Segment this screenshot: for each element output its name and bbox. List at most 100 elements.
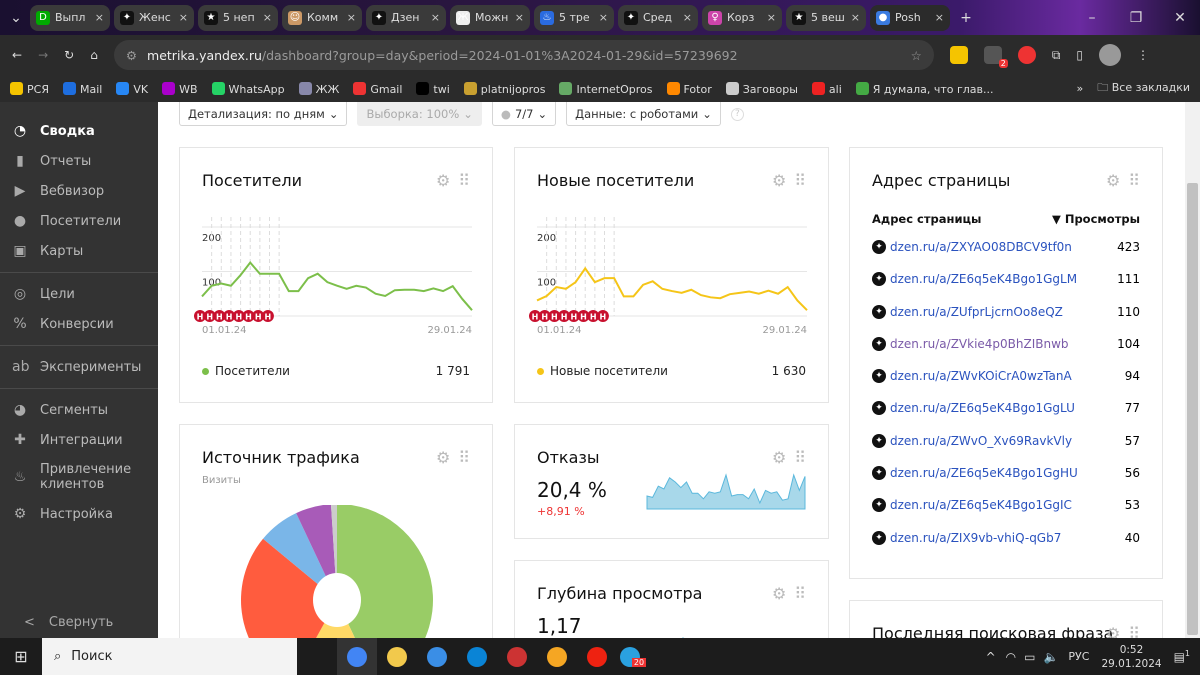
gear-icon[interactable]: ⚙ <box>772 171 786 190</box>
tab-close-icon[interactable]: × <box>767 11 776 24</box>
browser-tab[interactable]: ✦ Женс × <box>114 4 194 31</box>
taskbar-app[interactable] <box>537 638 577 675</box>
clock[interactable]: 0:52 29.01.2024 <box>1101 643 1161 671</box>
gear-icon[interactable]: ⚙ <box>1106 624 1120 638</box>
bookmark[interactable]: Fotor <box>666 81 712 96</box>
taskbar-app[interactable] <box>377 638 417 675</box>
extensions-puzzle-icon[interactable]: ⧉ <box>1052 48 1061 63</box>
sidebar-item[interactable]: ▮ Отчеты <box>0 146 158 176</box>
close-window-button[interactable]: ✕ <box>1160 10 1200 26</box>
bookmark[interactable]: twi <box>416 81 450 96</box>
language-indicator[interactable]: РУС <box>1068 650 1089 663</box>
gear-icon[interactable]: ⚙ <box>772 584 786 603</box>
browser-tab[interactable]: ✦ Сред × <box>618 4 698 31</box>
bookmark[interactable]: РСЯ <box>10 81 49 96</box>
all-bookmarks[interactable]: 🗀 Все закладки <box>1097 79 1190 98</box>
taskbar-app[interactable] <box>497 638 537 675</box>
holiday-marker[interactable]: Н <box>596 310 609 322</box>
sample-dropdown[interactable]: Выборка: 100% ⌄ <box>357 102 482 126</box>
drag-handle-icon[interactable]: ⠿ <box>458 448 470 467</box>
taskbar-app[interactable] <box>457 638 497 675</box>
wifi-icon[interactable]: ◠ <box>1006 650 1016 664</box>
bookmark[interactable]: Gmail <box>353 81 402 96</box>
bookmark[interactable]: Заговоры <box>725 81 798 96</box>
bookmark-star-icon[interactable]: ☆ <box>911 48 922 63</box>
drag-handle-icon[interactable]: ⠿ <box>1128 624 1140 638</box>
tab-close-icon[interactable]: × <box>851 11 860 24</box>
tab-close-icon[interactable]: × <box>683 11 692 24</box>
comments-dropdown[interactable]: ● 7/7 ⌄ <box>491 102 557 126</box>
browser-tab[interactable]: ♨ 5 тре × <box>534 4 614 31</box>
drag-handle-icon[interactable]: ⠿ <box>794 584 806 603</box>
taskbar-app[interactable]: 20 <box>617 638 657 675</box>
sidebar-item[interactable]: ● Посетители <box>0 206 158 236</box>
sidebar-item[interactable]: ♨ Привлечение клиентов <box>0 455 158 499</box>
tab-close-icon[interactable]: × <box>515 11 524 24</box>
tab-close-icon[interactable]: × <box>263 11 272 24</box>
sidebar-item[interactable]: ✚ Интеграции <box>0 425 158 455</box>
extension-icon[interactable]: 2 <box>983 46 1008 68</box>
forward-icon[interactable]: → <box>38 48 48 62</box>
browser-tab[interactable]: D Выпл × <box>30 4 110 31</box>
gear-icon[interactable]: ⚙ <box>1106 171 1120 190</box>
extension-icon[interactable] <box>949 46 968 64</box>
volume-icon[interactable]: 🔈 <box>1043 650 1058 664</box>
column-header-views[interactable]: ▼ Просмотры <box>1052 212 1140 226</box>
sidebar-item[interactable]: ◎ Цели <box>0 279 158 309</box>
page-link[interactable]: ✦ dzen.ru/a/ZWvO_Xv69RavkVly <box>872 433 1072 448</box>
tab-close-icon[interactable]: × <box>431 11 440 24</box>
sidebar-item[interactable]: ⚙ Настройка <box>0 499 158 529</box>
drag-handle-icon[interactable]: ⠿ <box>794 448 806 467</box>
drag-handle-icon[interactable]: ⠿ <box>1128 171 1140 190</box>
gear-icon[interactable]: ⚙ <box>436 171 450 190</box>
legend-item[interactable]: Новые посетители <box>537 364 668 378</box>
bookmark[interactable]: Mail <box>62 81 102 96</box>
windows-start-icon[interactable]: ⊞ <box>0 647 42 666</box>
browser-tab[interactable]: ★ 5 веш × <box>786 4 866 31</box>
notifications-icon[interactable]: ▤1 <box>1174 649 1190 664</box>
back-icon[interactable]: ← <box>12 48 22 62</box>
browser-tab[interactable]: ✦ Дзен × <box>366 4 446 31</box>
profile-avatar[interactable] <box>1099 44 1121 66</box>
page-link[interactable]: ✦ dzen.ru/a/ZE6q5eK4Bgo1GgHU <box>872 466 1078 481</box>
page-link[interactable]: ✦ dzen.ru/a/ZE6q5eK4Bgo1GgLM <box>872 272 1077 287</box>
browser-tab[interactable]: Ж Можн × <box>450 4 530 31</box>
help-icon[interactable]: ? <box>730 107 744 121</box>
tab-close-icon[interactable]: × <box>347 11 356 24</box>
scrollbar-thumb[interactable] <box>1187 183 1198 635</box>
page-link[interactable]: ✦ dzen.ru/a/ZVkie4p0BhZIBnwb <box>872 336 1069 351</box>
sidepanel-icon[interactable]: ▯ <box>1076 48 1083 62</box>
page-link[interactable]: ✦ dzen.ru/a/ZE6q5eK4Bgo1GgIC <box>872 498 1072 513</box>
sidebar-item[interactable]: ◔ Сводка <box>0 116 158 146</box>
gear-icon[interactable]: ⚙ <box>436 448 450 467</box>
data-dropdown[interactable]: Данные: с роботами ⌄ <box>566 102 721 126</box>
collapse-button[interactable]: < Свернуть <box>24 615 113 630</box>
drag-handle-icon[interactable]: ⠿ <box>794 171 806 190</box>
page-link[interactable]: ✦ dzen.ru/a/ZWvKOiCrA0wzTanA <box>872 369 1072 384</box>
maximize-button[interactable]: ❐ <box>1116 10 1156 26</box>
tab-search-icon[interactable]: ⌄ <box>6 10 26 26</box>
sidebar-item[interactable]: ◕ Сегменты <box>0 395 158 425</box>
new-tab-button[interactable]: + <box>954 10 978 26</box>
holiday-marker[interactable]: Н <box>261 310 274 322</box>
battery-icon[interactable]: ▭ <box>1024 650 1035 664</box>
taskbar-app[interactable] <box>417 638 457 675</box>
tab-close-icon[interactable]: × <box>95 11 104 24</box>
bookmark[interactable]: WB <box>162 81 198 96</box>
bookmark[interactable]: platnijopros <box>463 81 545 96</box>
browser-tab[interactable]: ☺ Комм × <box>282 4 362 31</box>
gear-icon[interactable]: ⚙ <box>772 448 786 467</box>
drag-handle-icon[interactable]: ⠿ <box>458 171 470 190</box>
legend-item[interactable]: Посетители <box>202 364 290 378</box>
scrollbar[interactable] <box>1185 102 1200 638</box>
sidebar-item[interactable]: ▣ Карты <box>0 236 158 266</box>
tab-close-icon[interactable]: × <box>599 11 608 24</box>
page-link[interactable]: ✦ dzen.ru/a/ZUfprLjcrnOo8eQZ <box>872 304 1063 319</box>
reload-icon[interactable]: ↻ <box>64 48 74 62</box>
tray-chevron-icon[interactable]: ^ <box>986 650 996 664</box>
bookmark[interactable]: Я думала, что глав... <box>855 81 994 96</box>
bookmark[interactable]: VK <box>116 81 148 96</box>
opera-extension-icon[interactable] <box>1017 46 1036 64</box>
browser-tab[interactable]: ♀ Корз × <box>702 4 782 31</box>
page-link[interactable]: ✦ dzen.ru/a/ZIX9vb-vhiQ-qGb7 <box>872 530 1061 545</box>
